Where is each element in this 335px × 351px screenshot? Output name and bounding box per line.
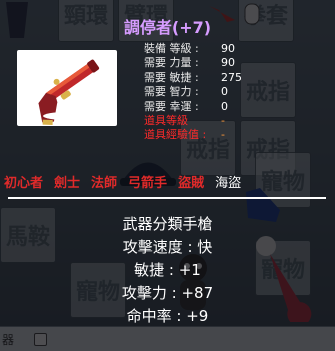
job-pirate: 海盜: [215, 176, 242, 191]
item-details: 武器分類手槍 攻擊速度 : 快 敏捷 : +1 攻擊力 : +87 命中率 : …: [0, 213, 335, 328]
req-str: 需要 力量 :90: [144, 56, 235, 70]
job-thief: 盜賊: [178, 176, 205, 191]
dex-bonus: 敏捷 : +1: [134, 261, 201, 279]
job-magician: 法師: [91, 176, 118, 191]
req-level: 裝備 等級 :90: [144, 42, 235, 55]
divider: [8, 197, 326, 199]
item-level: 道具等級 -: [144, 114, 225, 128]
item-name: 調停者(+7): [123, 18, 212, 37]
pistol-icon: [38, 59, 100, 125]
item-tooltip: 調停者(+7) 裝備 等級 :90 需要 力量 :90 需要 敏捷 :275 需…: [0, 0, 335, 351]
req-dex: 需要 敏捷 :275: [144, 70, 242, 84]
requirements-list: 裝備 等級 :90 需要 力量 :90 需要 敏捷 :275 需要 智力 :0 …: [144, 42, 242, 143]
item-exp: 道具經驗值 :-: [144, 128, 225, 142]
job-warrior: 劍士: [54, 176, 81, 191]
weapon-category: 武器分類手槍: [122, 215, 213, 233]
job-bowman: 弓箭手: [128, 176, 168, 191]
job-requirements: 初心者 劍士 法師 弓箭手 盜賊 海盜: [4, 172, 334, 191]
attack-speed: 攻擊速度 : 快: [122, 238, 213, 256]
accuracy-bonus: 命中率 : +9: [126, 307, 209, 325]
item-icon-frame: [17, 50, 117, 126]
req-luk: 需要 幸運 :0: [144, 99, 228, 113]
attack-bonus: 攻擊力 : +87: [121, 284, 214, 302]
req-int: 需要 智力 :0: [144, 85, 228, 99]
job-beginner: 初心者: [4, 176, 44, 191]
